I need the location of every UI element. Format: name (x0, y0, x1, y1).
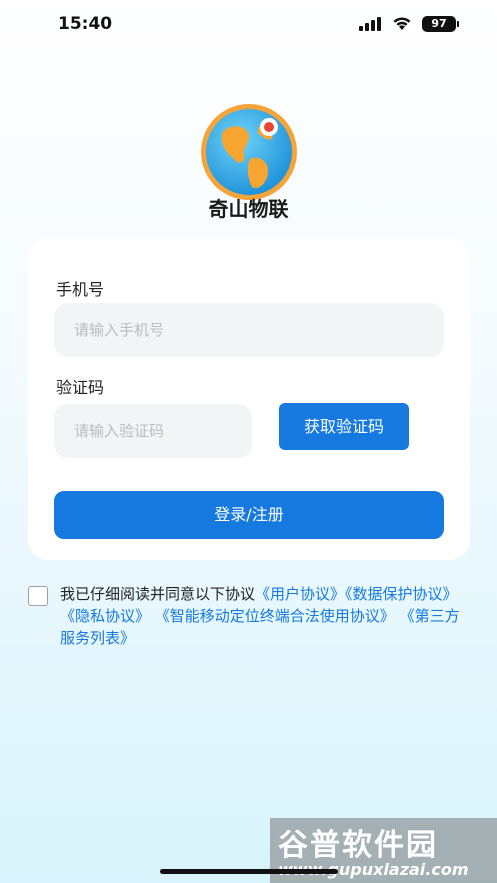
agree-checkbox[interactable] (28, 586, 48, 606)
login-button[interactable]: 登录/注册 (54, 491, 444, 539)
signal-icon (359, 17, 381, 31)
home-indicator[interactable] (160, 869, 338, 874)
globe-icon (201, 104, 297, 200)
status-bar: 15:40 97 (0, 0, 497, 48)
privacy-link[interactable]: 《隐私协议》 (60, 607, 150, 625)
battery-icon: 97 (422, 16, 459, 32)
app-name: 奇山物联 (208, 197, 289, 221)
code-input[interactable] (54, 404, 252, 458)
agreement-text: 我已仔细阅读并同意以下协议《用户协议》《数据保护协议》 《隐私协议》 《智能移动… (60, 583, 465, 649)
user-agreement-link[interactable]: 《用户协议》 (255, 585, 345, 603)
login-form-card: 手机号 验证码 获取验证码 登录/注册 (28, 238, 470, 560)
phone-label: 手机号 (56, 280, 105, 299)
data-protection-link[interactable]: 《数据保护协议》 (345, 585, 458, 603)
agreement-prefix: 我已仔细阅读并同意以下协议 (60, 585, 256, 603)
get-code-button[interactable]: 获取验证码 (279, 403, 409, 450)
phone-input[interactable] (54, 303, 444, 357)
watermark-title: 谷普软件园 (278, 828, 438, 863)
location-terminal-link[interactable]: 《智能移动定位终端合法使用协议》 (155, 607, 395, 625)
code-label: 验证码 (56, 378, 105, 397)
wifi-icon (393, 17, 411, 30)
status-time: 15:40 (58, 14, 113, 34)
